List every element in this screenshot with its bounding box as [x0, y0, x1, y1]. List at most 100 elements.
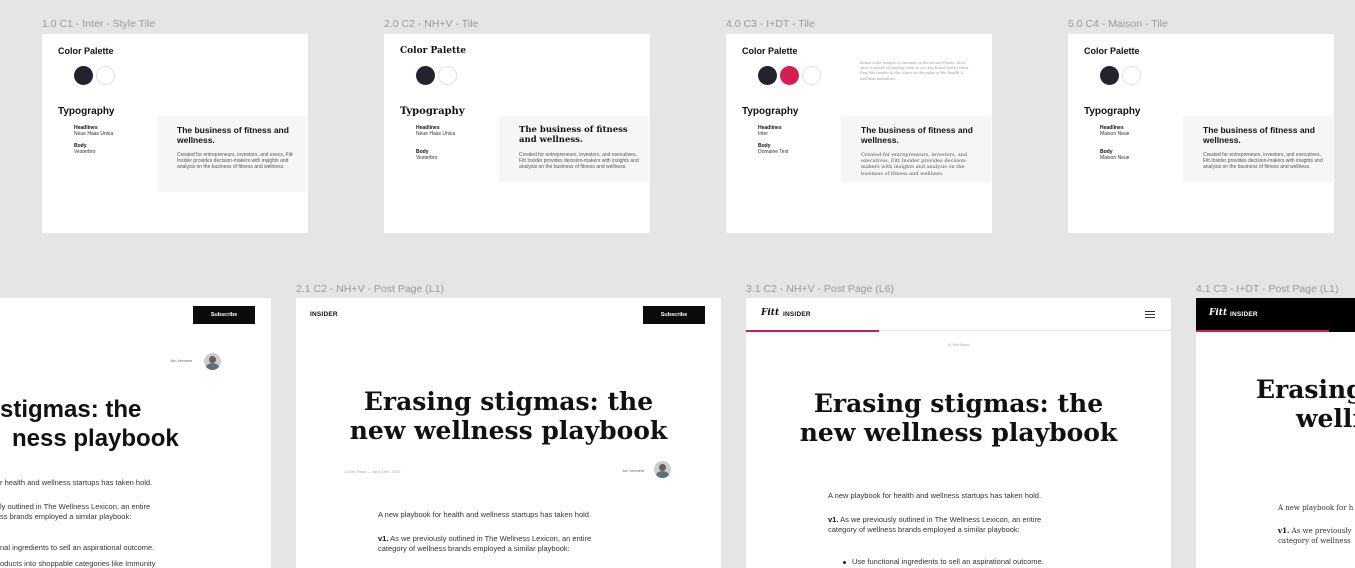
color-palette-heading: Color Palette — [742, 46, 798, 56]
sample-headline: The business of fitness and wellness. — [861, 125, 973, 145]
sample-headline: The business of fitness and wellness. — [177, 125, 289, 145]
sample-body: Created for entrepreneurs, investors, an… — [861, 152, 968, 177]
frame-label-page-3[interactable]: 3.1 C2 - NH+V - Post Page (L6) — [746, 283, 894, 295]
body-paragraph-2-line-1: ly outlined in The Wellness Lexicon, an … — [0, 502, 151, 511]
body-font: Maison Neue — [1100, 155, 1130, 161]
swatch-dark — [1100, 66, 1119, 85]
insider-logo[interactable]: INSIDER — [783, 311, 811, 318]
color-swatches — [1100, 66, 1141, 85]
post-page-2[interactable]: INSIDER Subscribe Erasing stigmas: the n… — [296, 298, 721, 568]
type-sample: The business of fitness and wellness. Cr… — [157, 116, 307, 192]
bullet-1-text: Use functional ingredients to sell an as… — [852, 557, 1044, 566]
post-title-line-1: Erasing stigmas: the — [813, 389, 1104, 418]
post-title-line-1: stigmas: the — [0, 396, 142, 423]
body-spec: Body Maison Neue — [1100, 149, 1129, 161]
body-spec: Body Domaine Text — [758, 143, 788, 155]
body-paragraph-2-line-2: category of wellness brands employed a s… — [378, 544, 570, 553]
post-title-line-2: ness playbook — [12, 425, 179, 452]
author-avatar — [204, 353, 221, 370]
body-font: Domaine Text — [758, 149, 789, 155]
post-title-line-2: new wellness playbook — [799, 418, 1118, 447]
color-palette-heading: Color Palette — [1084, 46, 1140, 56]
body-paragraph-2-line-2: ss brands employed a similar playbook: — [0, 512, 132, 521]
body-paragraph-1: r health and wellness startups has taken… — [0, 478, 153, 487]
sample-headline: The business of fitness and wellness. — [1203, 125, 1315, 145]
body-font: Vesterbro — [74, 149, 96, 155]
body-spec: Body Vesterbro — [74, 143, 95, 155]
headlines-spec: Headlines Neue Haas Unica — [74, 125, 113, 137]
post-meta: 11 Min Read — April 19th, 2020 — [344, 469, 401, 474]
swatch-dark — [74, 66, 93, 85]
style-tile-idt[interactable]: Color Palette Bonus color sample & ratio… — [726, 34, 992, 233]
swatch-white — [1122, 66, 1141, 85]
insider-logo[interactable]: INSIDER — [1230, 311, 1258, 318]
type-sample: The business of fitness and wellness. Cr… — [499, 116, 649, 182]
fitt-logo[interactable]: Fitt — [761, 308, 779, 318]
typography-heading: Typography — [742, 106, 799, 117]
menu-icon[interactable] — [1145, 311, 1155, 318]
headlines-spec: Headlines Maison Neue — [1100, 125, 1129, 137]
bullet-dot — [843, 560, 846, 564]
post-title-line-2: new wellness playbook — [349, 416, 668, 445]
body-paragraph-1: A new playbook for health and wellness s… — [378, 510, 592, 519]
frame-label-page-4[interactable]: 4.1 C3 - I+DT - Post Page (L1) — [1196, 283, 1339, 295]
post-title: stigmas: the ness playbook — [0, 395, 179, 453]
version-tag: v1. — [828, 515, 839, 524]
post-title-line-1: Erasing s — [1256, 375, 1355, 404]
typography-heading: Typography — [1084, 106, 1141, 117]
post-page-3[interactable]: Fitt INSIDER 11 Min Read Erasing stigmas… — [746, 298, 1171, 568]
body-paragraph-2-line-2: category of wellness brands employed a s… — [828, 525, 1020, 534]
frame-label-page-2[interactable]: 2.1 C2 - NH+V - Post Page (L1) — [296, 283, 444, 295]
headlines-spec: Headlines Inter — [758, 125, 782, 137]
frame-label-tile-1[interactable]: 1.0 C1 - Inter - Style Tile — [42, 18, 155, 30]
post-title-line-2: welln — [1296, 404, 1355, 433]
bullet-2: oducts into shoppable categories like Im… — [0, 559, 156, 568]
insider-logo[interactable]: INSIDER — [310, 311, 338, 318]
swatch-dark — [416, 66, 435, 85]
typography-heading: Typography — [400, 106, 465, 117]
sample-headline: The business of fitness and wellness. — [519, 125, 628, 145]
color-swatches — [758, 66, 821, 85]
style-tile-nhv[interactable]: Color Palette Typography Headlines Neue H… — [384, 34, 650, 233]
color-palette-heading: Color Palette — [58, 46, 114, 56]
frame-label-tile-2[interactable]: 2.0 C2 - NH+V - Tile — [384, 18, 478, 30]
swatch-red — [780, 66, 799, 85]
style-tile-inter[interactable]: Color Palette Typography Headlines Neue H… — [42, 34, 308, 233]
read-time: 11 Min Read — [947, 342, 970, 347]
author-name: Jon Vennem — [622, 468, 645, 473]
typography-heading: Typography — [58, 106, 115, 117]
color-swatches — [416, 66, 457, 85]
reading-progress-bar — [746, 330, 879, 332]
swatch-white — [802, 66, 821, 85]
headline-font: Neue Haas Unica — [74, 131, 114, 137]
swatch-dark — [758, 66, 777, 85]
color-swatches — [74, 66, 115, 85]
body-paragraph-2-line-1: As we previously — [1289, 527, 1352, 535]
body-paragraph-2: v1. As we previously outlined in The Wel… — [828, 515, 1041, 535]
subscribe-button[interactable]: Subscribe — [193, 306, 255, 324]
type-sample: The business of fitness and wellness. Cr… — [841, 116, 991, 182]
subscribe-button[interactable]: Subscribe — [643, 306, 705, 324]
body-paragraph-2: v1. As we previously outlined in The Wel… — [378, 534, 591, 554]
frame-label-tile-3[interactable]: 4.0 C3 - I+DT - Tile — [726, 18, 815, 30]
author-name: Jon Vennem — [170, 358, 193, 363]
type-sample: The business of fitness and wellness. Cr… — [1183, 116, 1333, 182]
headline-font: Inter — [758, 131, 769, 137]
body-spec: Body Vesterbro — [416, 149, 437, 161]
style-tile-maison[interactable]: Color Palette Typography Headlines Maison… — [1068, 34, 1334, 233]
swatch-white — [96, 66, 115, 85]
body-paragraph-1: A new playbook for health and wellness s… — [828, 491, 1042, 500]
post-title: Erasing s welln — [1196, 375, 1355, 433]
fitt-logo[interactable]: Fitt — [1209, 308, 1227, 318]
post-page-1[interactable]: Subscribe Jon Vennem stigmas: the ness p… — [0, 298, 271, 568]
body-paragraph-1: A new playbook for h — [1278, 504, 1354, 512]
body-paragraph-2: ly outlined in The Wellness Lexicon, an … — [0, 502, 150, 522]
frame-label-tile-4[interactable]: 5.0 C4 - Maison - Tile — [1068, 18, 1168, 30]
body-font: Vesterbro — [416, 155, 438, 161]
sample-body: Created for entrepreneurs, investors, an… — [1203, 152, 1323, 171]
post-title: Erasing stigmas: the new wellness playbo… — [296, 387, 721, 445]
bullet-1: Use functional ingredients to sell an as… — [843, 557, 1044, 567]
post-page-4[interactable]: Fitt INSIDER Erasing s welln A new playb… — [1196, 298, 1355, 568]
headline-font: Neue Haas Unica — [416, 131, 456, 137]
post-title: Erasing stigmas: the new wellness playbo… — [746, 389, 1171, 447]
